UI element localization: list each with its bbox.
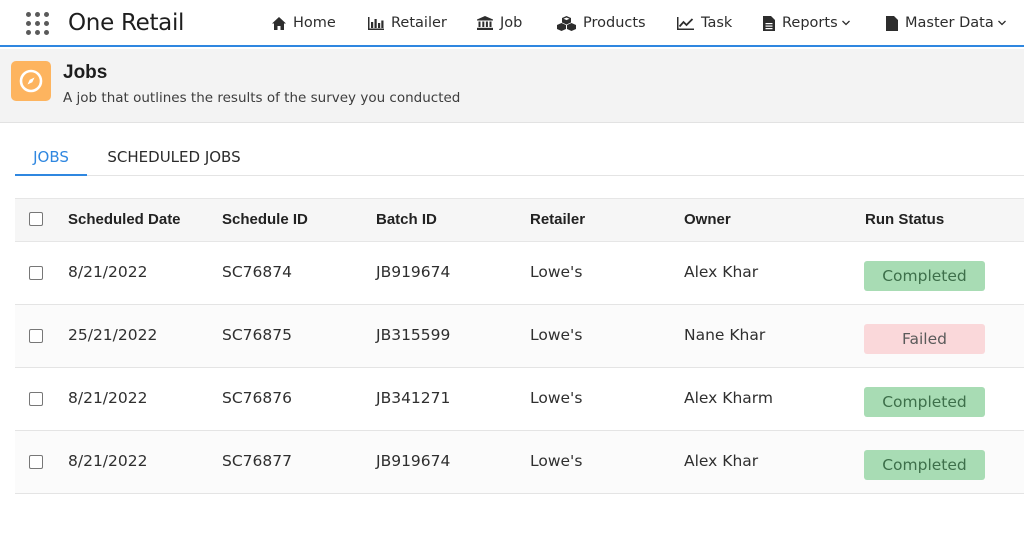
table-row[interactable]: 8/21/2022 SC76874 JB919674 Lowe's Alex K… (15, 242, 1024, 305)
bar-chart-icon (368, 16, 384, 30)
table-row[interactable]: 8/21/2022 SC76876 JB341271 Lowe's Alex K… (15, 368, 1024, 431)
status-badge: Completed (864, 387, 985, 417)
batch-id-cell: JB919674 (376, 452, 451, 470)
top-navigation-bar: One Retail Home Retailer Job Products Ta… (0, 0, 1024, 47)
retailer-cell: Lowe's (530, 389, 583, 407)
page-subtitle: A job that outlines the results of the s… (63, 90, 461, 106)
cubes-icon (557, 15, 576, 31)
tab-jobs[interactable]: JOBS (15, 139, 87, 176)
owner-cell: Nane Khar (684, 326, 766, 344)
scheduled-date-cell: 8/21/2022 (68, 263, 148, 281)
column-header-batch-id[interactable]: Batch ID (376, 211, 437, 228)
schedule-id-cell: SC76875 (222, 326, 292, 344)
column-header-owner[interactable]: Owner (684, 211, 731, 228)
nav-label: Reports (782, 15, 838, 31)
table-row[interactable]: 25/21/2022 SC76875 JB315599 Lowe's Nane … (15, 305, 1024, 368)
table-row[interactable]: 8/21/2022 SC76877 JB919674 Lowe's Alex K… (15, 431, 1024, 494)
scheduled-date-cell: 25/21/2022 (68, 326, 158, 344)
column-header-schedule-id[interactable]: Schedule ID (222, 211, 308, 228)
nav-label: Products (583, 15, 646, 31)
nav-label: Task (701, 15, 733, 31)
batch-id-cell: JB315599 (376, 326, 451, 344)
table-header-row: Scheduled Date Schedule ID Batch ID Reta… (15, 198, 1024, 242)
schedule-id-cell: SC76877 (222, 452, 292, 470)
tab-scheduled-jobs[interactable]: SCHEDULED JOBS (104, 139, 244, 176)
row-checkbox[interactable] (29, 455, 43, 469)
app-launcher-icon[interactable] (26, 12, 50, 36)
scheduled-date-cell: 8/21/2022 (68, 389, 148, 407)
nav-item-products[interactable]: Products (557, 15, 646, 31)
status-badge: Completed (864, 450, 985, 480)
nav-label: Job (500, 15, 523, 31)
app-name: One Retail (68, 10, 185, 36)
line-chart-icon (677, 16, 694, 30)
nav-item-home[interactable]: Home (272, 15, 336, 31)
jobs-table: Scheduled Date Schedule ID Batch ID Reta… (15, 198, 1024, 494)
owner-cell: Alex Khar (684, 452, 759, 470)
compass-icon (11, 61, 51, 101)
owner-cell: Alex Khar (684, 263, 759, 281)
nav-item-retailer[interactable]: Retailer (368, 15, 447, 31)
retailer-cell: Lowe's (530, 263, 583, 281)
retailer-cell: Lowe's (530, 326, 583, 344)
nav-item-job[interactable]: Job (477, 15, 522, 31)
nav-label: Master Data (905, 15, 994, 31)
column-header-run-status[interactable]: Run Status (865, 211, 944, 228)
file-icon (886, 15, 898, 31)
home-icon (272, 16, 286, 30)
schedule-id-cell: SC76876 (222, 389, 292, 407)
chevron-down-icon (997, 20, 1006, 26)
batch-id-cell: JB919674 (376, 263, 451, 281)
row-checkbox[interactable] (29, 329, 43, 343)
select-all-checkbox[interactable] (29, 212, 43, 226)
page-header: Jobs A job that outlines the results of … (0, 49, 1024, 123)
nav-item-task[interactable]: Task (677, 15, 732, 31)
schedule-id-cell: SC76874 (222, 263, 292, 281)
row-checkbox[interactable] (29, 266, 43, 280)
nav-label: Home (293, 15, 336, 31)
nav-label: Retailer (391, 15, 447, 31)
owner-cell: Alex Kharm (684, 389, 773, 407)
column-header-retailer[interactable]: Retailer (530, 211, 585, 228)
column-header-scheduled-date[interactable]: Scheduled Date (68, 211, 181, 228)
nav-item-reports[interactable]: Reports (763, 15, 850, 31)
batch-id-cell: JB341271 (376, 389, 451, 407)
chevron-down-icon (841, 20, 850, 26)
bank-icon (477, 16, 493, 30)
scheduled-date-cell: 8/21/2022 (68, 452, 148, 470)
document-icon (763, 15, 775, 31)
status-badge: Completed (864, 261, 985, 291)
page-title: Jobs (63, 62, 108, 83)
tab-bar: JOBS SCHEDULED JOBS (15, 139, 1024, 176)
row-checkbox[interactable] (29, 392, 43, 406)
nav-item-master-data[interactable]: Master Data (886, 15, 1006, 31)
status-badge: Failed (864, 324, 985, 354)
retailer-cell: Lowe's (530, 452, 583, 470)
